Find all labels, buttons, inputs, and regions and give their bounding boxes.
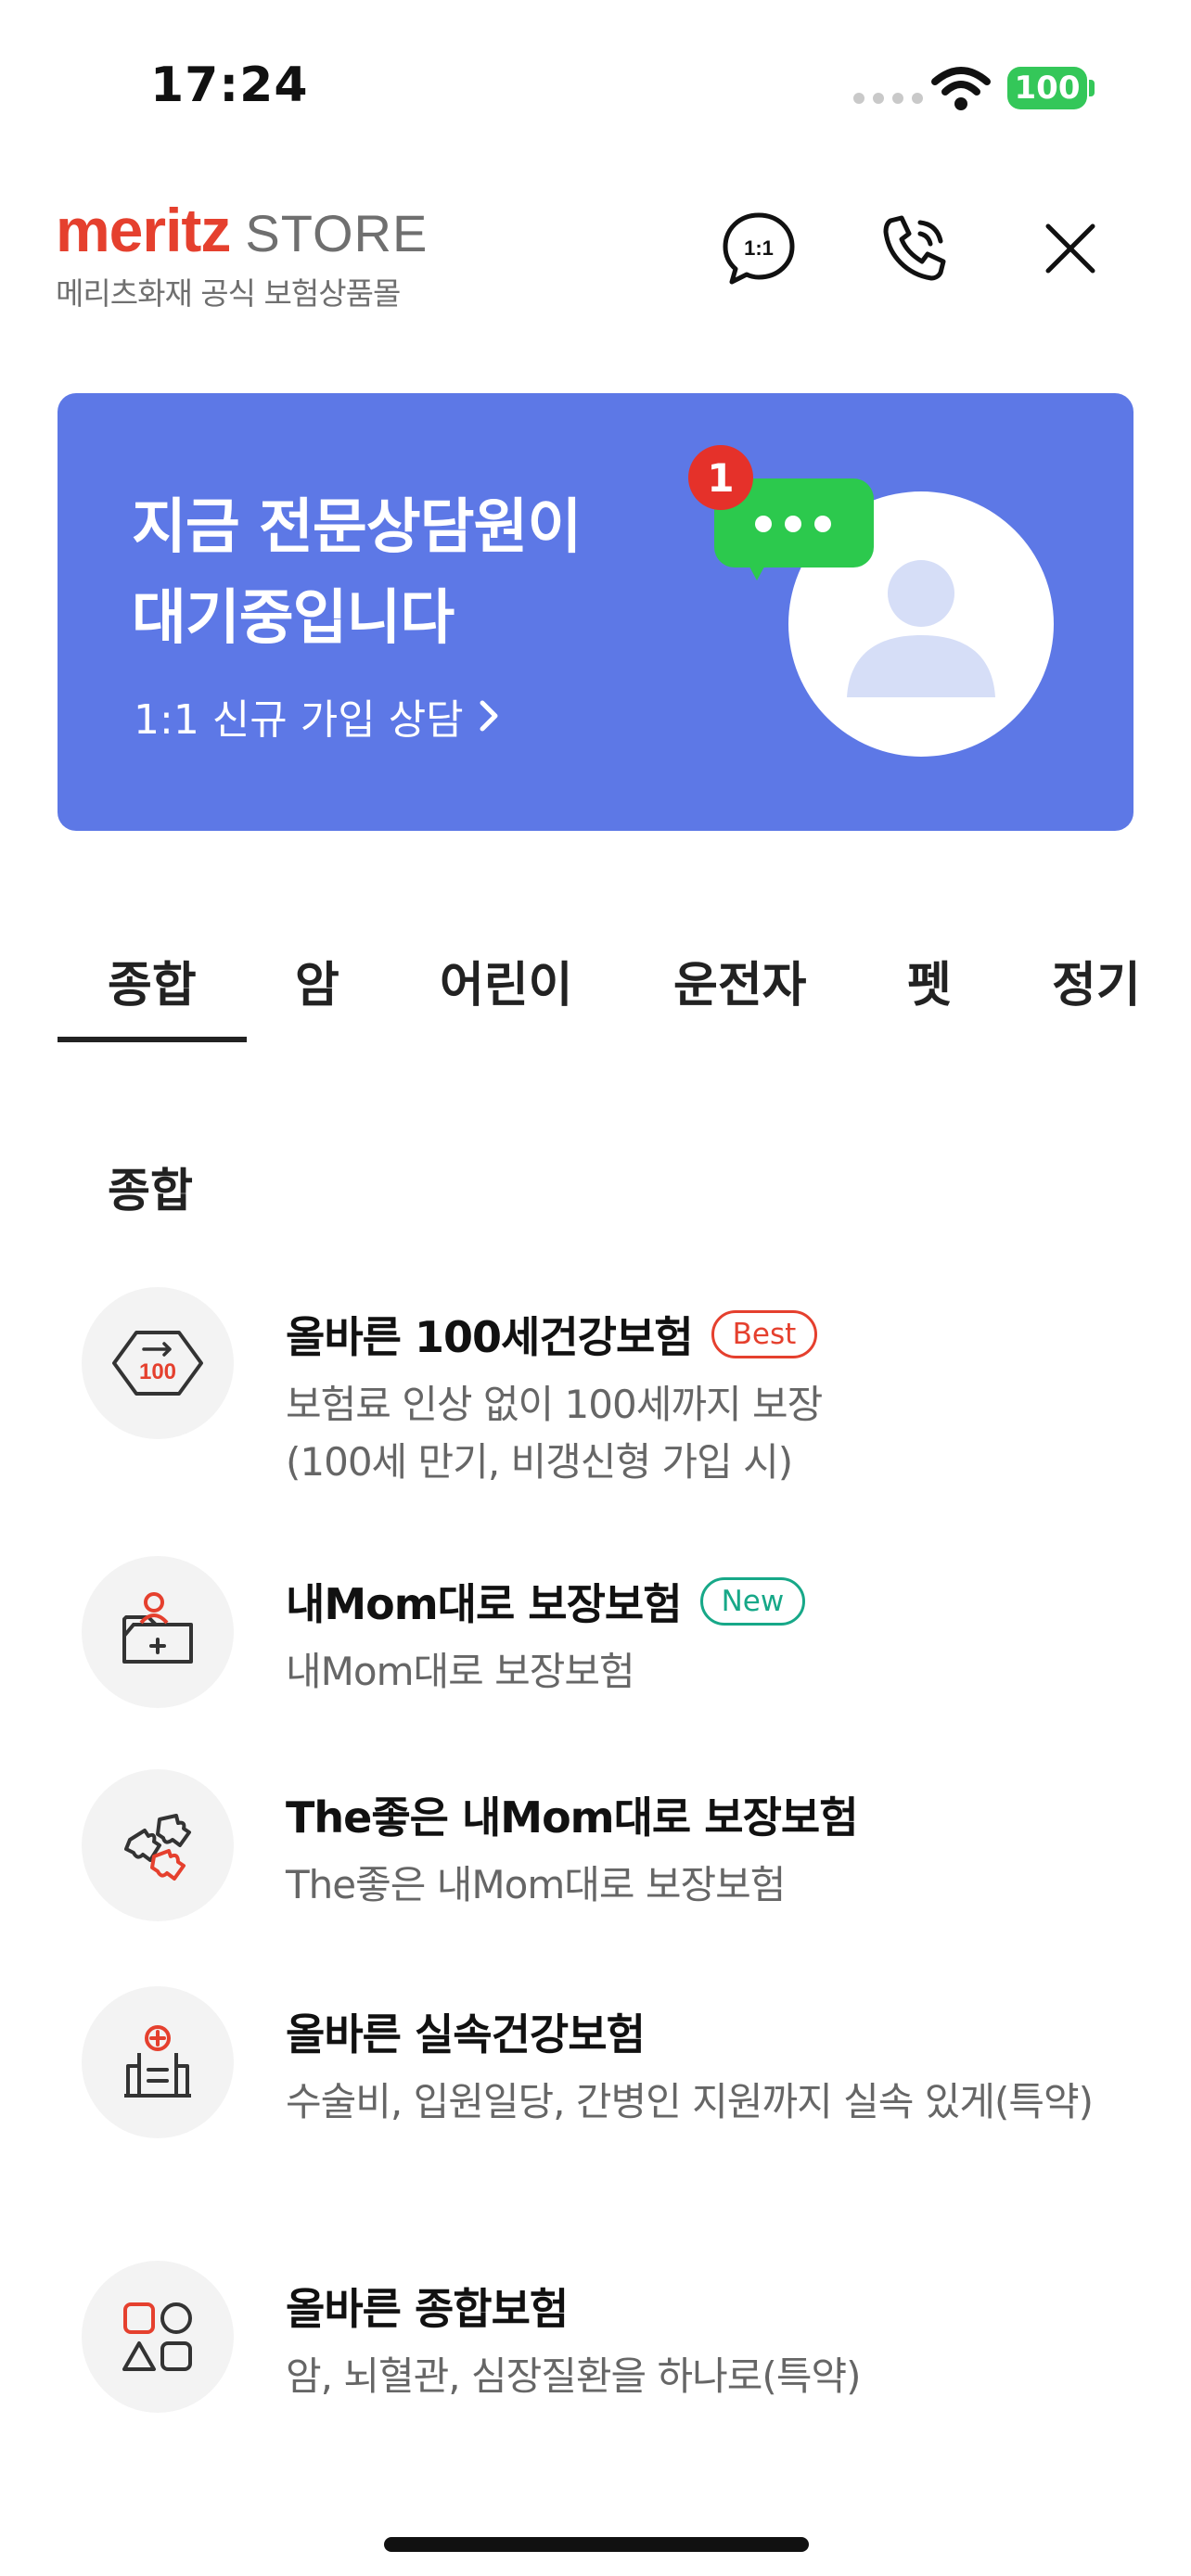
phone-icon — [883, 215, 946, 281]
product-name: 올바른 100세건강보험 Best — [286, 1304, 818, 1365]
product-item[interactable]: The좋은 내Mom대로 보장보험 The좋은 내Mom대로 보장보험 — [0, 1769, 1191, 1927]
battery-indicator: 100 — [1007, 67, 1087, 109]
new-badge: New — [699, 1577, 806, 1626]
product-name: The좋은 내Mom대로 보장보험 — [286, 1792, 859, 1843]
product-name: 올바른 종합보험 — [286, 2284, 569, 2334]
logo-subtitle: 메리츠화재 공식 보험상품몰 — [56, 275, 401, 312]
tab-children[interactable]: 어린이 — [440, 946, 573, 1015]
chat-bubble-icon: 1:1 — [723, 212, 795, 285]
tab-cancer[interactable]: 암 — [295, 946, 339, 1015]
phone-call-button[interactable] — [872, 204, 961, 293]
product-item[interactable]: 올바른 실속건강보험 수술비, 입원일당, 간병인 지원까지 실속 있게(특약) — [0, 1986, 1191, 2200]
typing-dots — [755, 516, 831, 532]
product-description: 내Mom대로 보장보험 — [286, 1649, 635, 1694]
product-description: The좋은 내Mom대로 보장보험 — [286, 1862, 786, 1907]
tab-term[interactable]: 정기 — [1052, 946, 1141, 1015]
chevron-right-icon — [480, 700, 498, 732]
status-bar: 17:24 100 — [0, 0, 1191, 176]
product-item[interactable]: 내Mom대로 보장보험 New 내Mom대로 보장보험 — [0, 1556, 1191, 1714]
product-name: 올바른 실속건강보험 — [286, 2009, 646, 2060]
logo-brand: meritz — [56, 196, 231, 264]
new-signup-consult-link[interactable]: 1:1 신규 가입 상담 — [134, 686, 501, 746]
best-badge: Best — [711, 1310, 818, 1358]
category-tabs: 종합 암 어린이 운전자 펫 정기 — [0, 927, 1191, 1048]
puzzle-icon — [82, 1769, 234, 1921]
product-description: 암, 뇌혈관, 심장질환을 하나로(특약) — [286, 2353, 862, 2399]
notification-badge: 1 — [688, 445, 753, 510]
status-time: 17:24 — [150, 57, 309, 113]
100-tag-icon: 100 — [82, 1287, 234, 1439]
product-name: 내Mom대로 보장보험 New — [286, 1571, 806, 1632]
folder-person-icon — [82, 1556, 234, 1708]
close-icon — [1045, 223, 1095, 274]
meritz-store-logo[interactable]: meritz STORE 메리츠화재 공식 보험상품몰 — [56, 195, 428, 313]
close-button[interactable] — [1026, 204, 1115, 293]
logo-store-text: STORE — [245, 204, 429, 262]
hospital-icon — [82, 1986, 234, 2138]
product-item[interactable]: 올바른 종합보험 암, 뇌혈관, 심장질환을 하나로(특약) — [0, 2261, 1191, 2418]
product-description: 수술비, 입원일당, 간병인 지원까지 실속 있게(특약) — [286, 2079, 1094, 2124]
banner-link-label: 1:1 신규 가입 상담 — [134, 696, 464, 744]
section-title: 종합 — [108, 1164, 193, 1218]
home-indicator[interactable] — [384, 2537, 809, 2552]
shapes-icon — [82, 2261, 234, 2413]
banner-title: 지금 전문상담원이 대기중입니다 — [132, 493, 582, 653]
wifi-icon — [931, 67, 991, 110]
app-header: meritz STORE 메리츠화재 공식 보험상품몰 1:1 — [0, 176, 1191, 343]
tab-general[interactable]: 종합 — [108, 946, 197, 1015]
one-on-one-chat-button[interactable]: 1:1 — [714, 204, 803, 293]
consultation-banner[interactable]: 지금 전문상담원이 대기중입니다 1:1 신규 가입 상담 1 — [58, 393, 1133, 831]
cellular-signal-icon — [853, 93, 923, 104]
tab-pet[interactable]: 펫 — [907, 946, 952, 1015]
product-item[interactable]: 100 올바른 100세건강보험 Best 보험료 인상 없이 100세까지 보… — [0, 1287, 1191, 1510]
tab-driver[interactable]: 운전자 — [673, 946, 807, 1015]
battery-tip — [1089, 80, 1095, 96]
product-description: 보험료 인상 없이 100세까지 보장 (100세 만기, 비갱신형 가입 시) — [286, 1382, 823, 1485]
active-tab-indicator — [58, 1037, 247, 1042]
svg-text:100: 100 — [139, 1359, 176, 1384]
svg-text:1:1: 1:1 — [744, 236, 774, 260]
